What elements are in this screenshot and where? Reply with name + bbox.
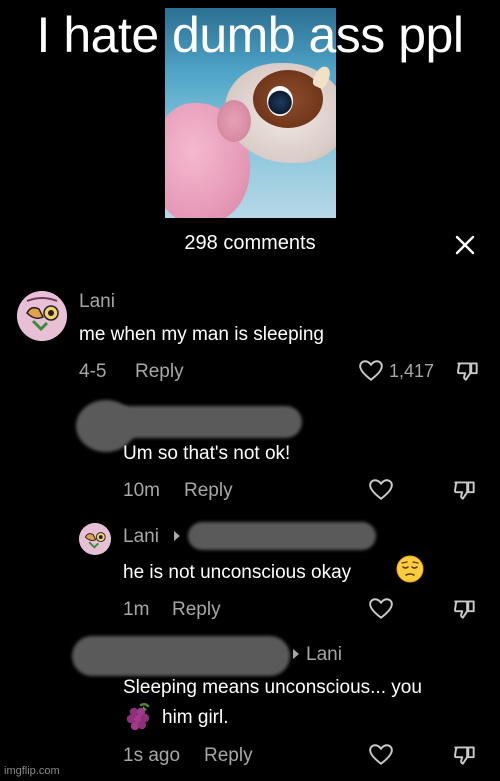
reply-arrow-icon <box>293 649 299 659</box>
redacted-username <box>188 522 376 550</box>
thumbnail-cow-eye <box>267 86 293 116</box>
reply-button[interactable]: Reply <box>184 480 233 502</box>
comment-text: he is not unconscious okay <box>123 562 352 583</box>
comment-text: Sleeping means unconscious... you <box>123 677 422 698</box>
pensive-face-icon <box>396 555 424 583</box>
like-count: 1,417 <box>389 361 435 381</box>
close-icon[interactable] <box>452 232 478 258</box>
reply-button[interactable]: Reply <box>172 599 221 621</box>
heart-icon[interactable] <box>368 742 394 768</box>
comment-timestamp: 10m <box>123 480 160 501</box>
comment-username[interactable]: Lani <box>79 291 115 313</box>
comments-header: 298 comments <box>0 232 500 260</box>
reply-button[interactable]: Reply <box>204 745 253 767</box>
watermark: imgflip.com <box>4 765 60 777</box>
heart-icon[interactable] <box>368 596 394 622</box>
reply-arrow-icon <box>174 531 180 541</box>
reply-button[interactable]: Reply <box>135 361 184 383</box>
avatar[interactable] <box>79 523 111 555</box>
grapes-icon <box>123 701 155 733</box>
comment-timestamp: 1s ago <box>123 745 181 766</box>
redacted-username <box>96 406 302 438</box>
dislike-icon[interactable] <box>452 477 478 503</box>
comment-text: me when my man is sleeping <box>79 324 324 345</box>
heart-icon[interactable] <box>358 358 384 384</box>
meme-caption: I hate dumb ass ppl <box>36 7 464 63</box>
comment-username[interactable]: Lani <box>123 526 159 548</box>
dislike-icon[interactable] <box>452 596 478 622</box>
dislike-icon[interactable] <box>455 358 481 384</box>
comment-text: Um so that's not ok! <box>123 443 291 464</box>
comment-timestamp: 1m <box>123 599 150 620</box>
redacted-username <box>72 636 290 676</box>
comment-text-continued: him girl. <box>162 707 229 728</box>
reply-to-username[interactable]: Lani <box>306 644 342 666</box>
dislike-icon[interactable] <box>452 742 478 768</box>
comments-count: 298 comments <box>184 232 316 254</box>
comment-timestamp: 4-5 <box>79 361 107 382</box>
avatar[interactable] <box>17 291 67 341</box>
heart-icon[interactable] <box>368 477 394 503</box>
thumbnail-cow-snout <box>217 100 251 142</box>
